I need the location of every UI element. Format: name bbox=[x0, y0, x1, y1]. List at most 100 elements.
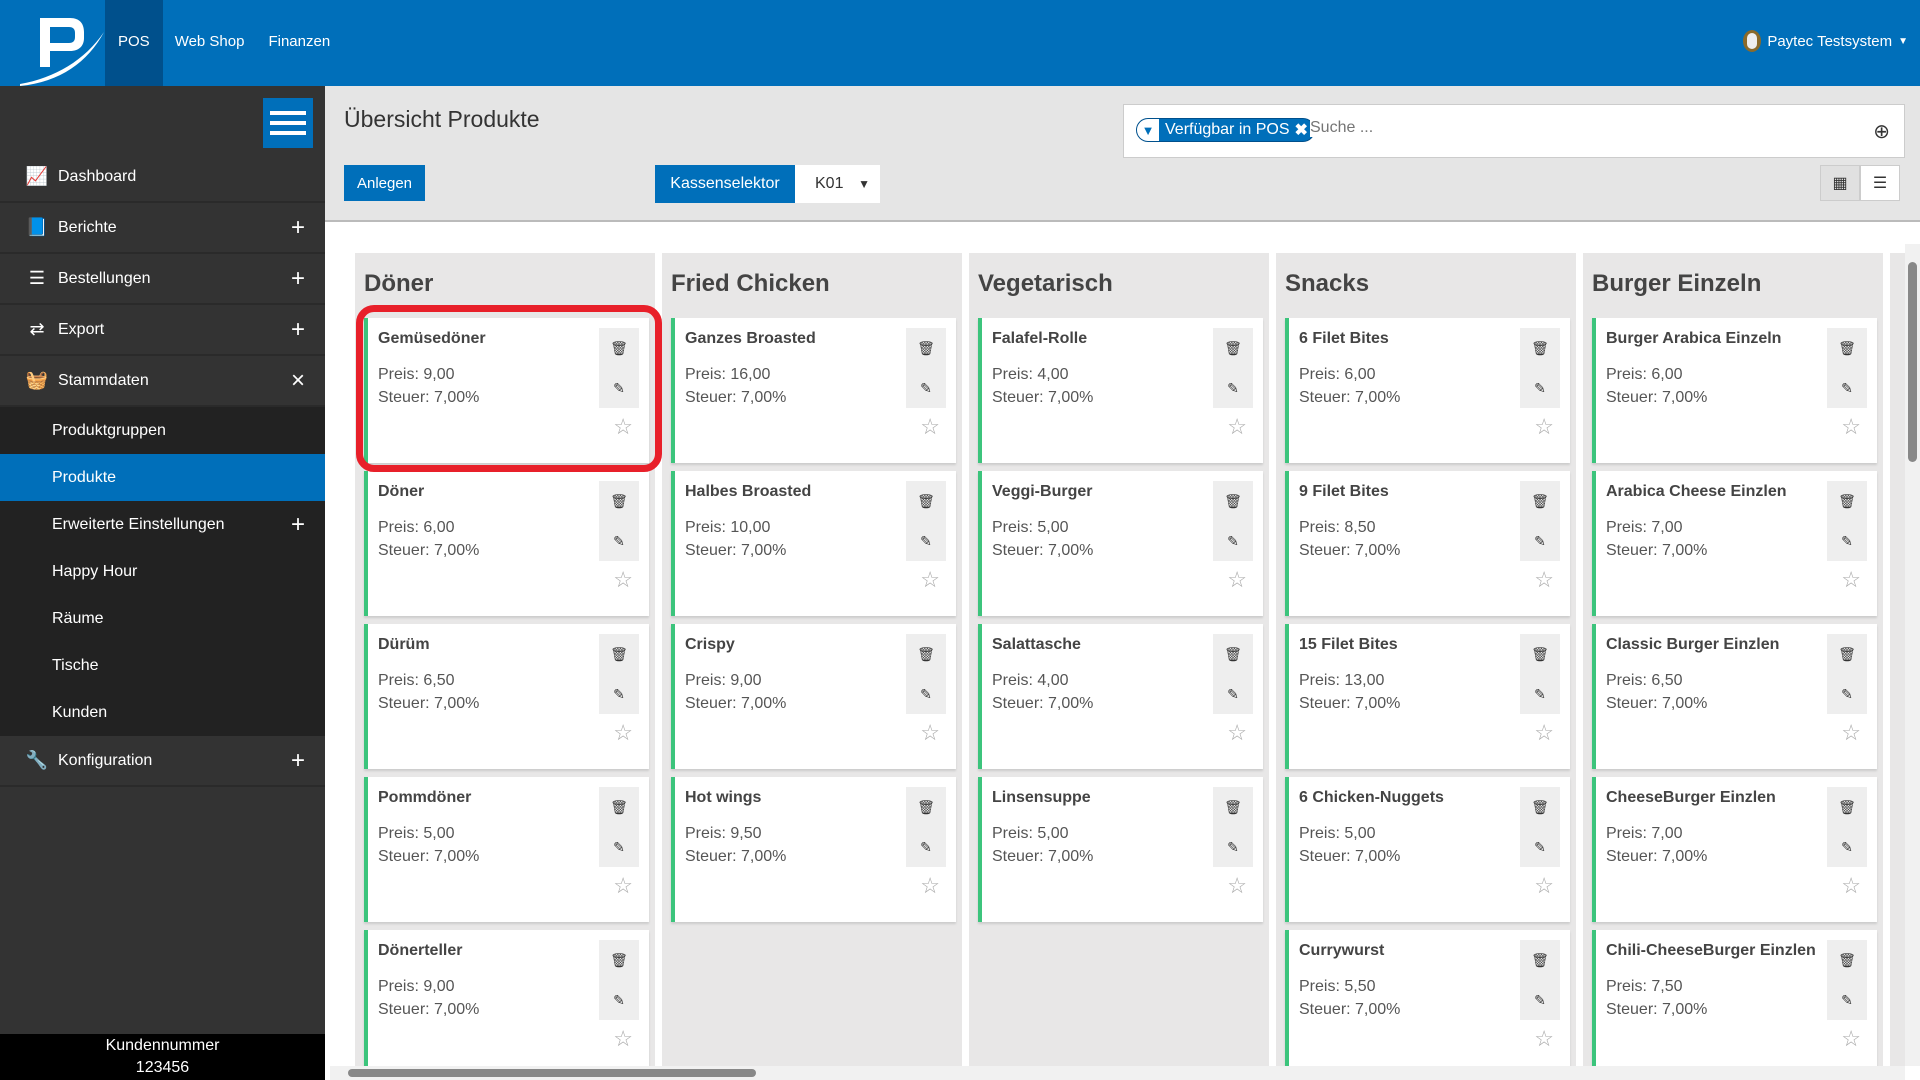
trash-icon[interactable]: 🗑 bbox=[610, 952, 628, 969]
star-icon[interactable]: ☆ bbox=[613, 1026, 633, 1052]
star-icon[interactable]: ☆ bbox=[920, 567, 940, 593]
edit-icon[interactable]: ✎ bbox=[1841, 686, 1853, 703]
vertical-scrollbar[interactable] bbox=[1905, 244, 1920, 1066]
sidebar-item-export[interactable]: ⇄ Export + bbox=[0, 305, 325, 356]
edit-icon[interactable]: ✎ bbox=[1227, 686, 1239, 703]
sidebar-subitem[interactable]: Tische bbox=[0, 642, 325, 689]
edit-icon[interactable]: ✎ bbox=[920, 686, 932, 703]
expand-icon[interactable]: + bbox=[291, 214, 305, 242]
trash-icon[interactable]: 🗑 bbox=[1838, 952, 1856, 969]
product-card[interactable]: Linsensuppe Preis: 5,00 Steuer: 7,00% 🗑 ✎… bbox=[978, 777, 1263, 922]
star-icon[interactable]: ☆ bbox=[1534, 873, 1554, 899]
trash-icon[interactable]: 🗑 bbox=[1531, 799, 1549, 816]
create-button[interactable]: Anlegen bbox=[344, 165, 425, 201]
star-icon[interactable]: ☆ bbox=[613, 720, 633, 746]
product-card[interactable]: Classic Burger Einzlen Preis: 6,50 Steue… bbox=[1592, 624, 1877, 769]
edit-icon[interactable]: ✎ bbox=[1227, 839, 1239, 856]
trash-icon[interactable]: 🗑 bbox=[1531, 340, 1549, 357]
trash-icon[interactable]: 🗑 bbox=[917, 646, 935, 663]
edit-icon[interactable]: ✎ bbox=[920, 533, 932, 550]
product-card[interactable]: Hot wings Preis: 9,50 Steuer: 7,00% 🗑 ✎ ☆ bbox=[671, 777, 956, 922]
product-card[interactable]: Döner Preis: 6,00 Steuer: 7,00% 🗑 ✎ ☆ bbox=[364, 471, 649, 616]
expand-icon[interactable]: + bbox=[291, 511, 305, 539]
star-icon[interactable]: ☆ bbox=[1841, 414, 1861, 440]
edit-icon[interactable]: ✎ bbox=[920, 380, 932, 397]
sidebar-item-dashboard[interactable]: 📈 Dashboard bbox=[0, 152, 325, 203]
menu-toggle-button[interactable] bbox=[263, 98, 313, 148]
trash-icon[interactable]: 🗑 bbox=[1224, 799, 1242, 816]
star-icon[interactable]: ☆ bbox=[1841, 1026, 1861, 1052]
star-icon[interactable]: ☆ bbox=[613, 567, 633, 593]
trash-icon[interactable]: 🗑 bbox=[610, 493, 628, 510]
star-icon[interactable]: ☆ bbox=[1227, 414, 1247, 440]
product-card[interactable]: CheeseBurger Einzlen Preis: 7,00 Steuer:… bbox=[1592, 777, 1877, 922]
sidebar-item-stammdaten[interactable]: 🧺 Stammdaten × bbox=[0, 356, 325, 407]
sidebar-subitem[interactable]: Räume bbox=[0, 595, 325, 642]
product-card[interactable]: 6 Chicken-Nuggets Preis: 5,00 Steuer: 7,… bbox=[1285, 777, 1570, 922]
product-card[interactable]: Burger Arabica Einzeln Preis: 6,00 Steue… bbox=[1592, 318, 1877, 463]
product-card[interactable]: 6 Filet Bites Preis: 6,00 Steuer: 7,00% … bbox=[1285, 318, 1570, 463]
product-card[interactable]: Ganzes Broasted Preis: 16,00 Steuer: 7,0… bbox=[671, 318, 956, 463]
sidebar-subitem[interactable]: Produktgruppen bbox=[0, 407, 325, 454]
expand-icon[interactable]: + bbox=[291, 265, 305, 293]
nav-finanzen[interactable]: Finanzen bbox=[256, 0, 342, 86]
collapse-icon[interactable]: × bbox=[291, 367, 305, 395]
product-card[interactable]: Falafel-Rolle Preis: 4,00 Steuer: 7,00% … bbox=[978, 318, 1263, 463]
star-icon[interactable]: ☆ bbox=[920, 720, 940, 746]
paytec-logo[interactable] bbox=[0, 0, 105, 86]
trash-icon[interactable]: 🗑 bbox=[1838, 646, 1856, 663]
star-icon[interactable]: ☆ bbox=[1227, 567, 1247, 593]
user-menu[interactable]: Paytec Testsystem ▼ bbox=[1743, 30, 1908, 52]
star-icon[interactable]: ☆ bbox=[1534, 1026, 1554, 1052]
product-card[interactable]: Crispy Preis: 9,00 Steuer: 7,00% 🗑 ✎ ☆ bbox=[671, 624, 956, 769]
sidebar-item-bestellungen[interactable]: ☰ Bestellungen + bbox=[0, 254, 325, 305]
product-card[interactable]: Halbes Broasted Preis: 10,00 Steuer: 7,0… bbox=[671, 471, 956, 616]
trash-icon[interactable]: 🗑 bbox=[917, 799, 935, 816]
trash-icon[interactable]: 🗑 bbox=[1224, 493, 1242, 510]
sidebar-subitem[interactable]: Kunden bbox=[0, 689, 325, 736]
trash-icon[interactable]: 🗑 bbox=[1224, 646, 1242, 663]
trash-icon[interactable]: 🗑 bbox=[1838, 340, 1856, 357]
nav-web-shop[interactable]: Web Shop bbox=[163, 0, 257, 86]
trash-icon[interactable]: 🗑 bbox=[610, 646, 628, 663]
star-icon[interactable]: ☆ bbox=[1841, 873, 1861, 899]
edit-icon[interactable]: ✎ bbox=[1841, 839, 1853, 856]
product-card[interactable]: Arabica Cheese Einzlen Preis: 7,00 Steue… bbox=[1592, 471, 1877, 616]
horizontal-scrollbar[interactable] bbox=[330, 1066, 1905, 1080]
edit-icon[interactable]: ✎ bbox=[613, 839, 625, 856]
edit-icon[interactable]: ✎ bbox=[613, 686, 625, 703]
star-icon[interactable]: ☆ bbox=[1534, 414, 1554, 440]
product-card[interactable]: Dönerteller Preis: 9,00 Steuer: 7,00% 🗑 ✎… bbox=[364, 930, 649, 1066]
edit-icon[interactable]: ✎ bbox=[613, 533, 625, 550]
product-card[interactable]: Dürüm Preis: 6,50 Steuer: 7,00% 🗑 ✎ ☆ bbox=[364, 624, 649, 769]
trash-icon[interactable]: 🗑 bbox=[610, 799, 628, 816]
trash-icon[interactable]: 🗑 bbox=[917, 493, 935, 510]
star-icon[interactable]: ☆ bbox=[1534, 720, 1554, 746]
edit-icon[interactable]: ✎ bbox=[1534, 533, 1546, 550]
expand-icon[interactable]: + bbox=[291, 316, 305, 344]
search-input[interactable] bbox=[1310, 119, 1810, 137]
trash-icon[interactable]: 🗑 bbox=[1224, 340, 1242, 357]
product-card[interactable]: Veggi-Burger Preis: 5,00 Steuer: 7,00% 🗑… bbox=[978, 471, 1263, 616]
product-card[interactable]: Salattasche Preis: 4,00 Steuer: 7,00% 🗑 ✎… bbox=[978, 624, 1263, 769]
trash-icon[interactable]: 🗑 bbox=[1838, 799, 1856, 816]
sidebar-item-konfiguration[interactable]: 🔧 Konfiguration + bbox=[0, 736, 325, 787]
star-icon[interactable]: ☆ bbox=[613, 873, 633, 899]
expand-icon[interactable]: + bbox=[291, 747, 305, 775]
kasse-select[interactable]: K01 ▼ bbox=[795, 165, 880, 203]
kassenselektor-button[interactable]: Kassenselektor bbox=[655, 165, 795, 203]
trash-icon[interactable]: 🗑 bbox=[1838, 493, 1856, 510]
star-icon[interactable]: ☆ bbox=[1841, 720, 1861, 746]
product-card[interactable]: Currywurst Preis: 5,50 Steuer: 7,00% 🗑 ✎ … bbox=[1285, 930, 1570, 1066]
product-card[interactable]: 15 Filet Bites Preis: 13,00 Steuer: 7,00… bbox=[1285, 624, 1570, 769]
edit-icon[interactable]: ✎ bbox=[1534, 839, 1546, 856]
list-view-button[interactable]: ☰ bbox=[1860, 165, 1900, 201]
edit-icon[interactable]: ✎ bbox=[1841, 533, 1853, 550]
product-card[interactable]: Pommdöner Preis: 5,00 Steuer: 7,00% 🗑 ✎ ☆ bbox=[364, 777, 649, 922]
edit-icon[interactable]: ✎ bbox=[613, 992, 625, 1009]
star-icon[interactable]: ☆ bbox=[1841, 567, 1861, 593]
star-icon[interactable]: ☆ bbox=[1534, 567, 1554, 593]
star-icon[interactable]: ☆ bbox=[920, 873, 940, 899]
star-icon[interactable]: ☆ bbox=[920, 414, 940, 440]
nav-pos[interactable]: POS bbox=[105, 0, 163, 86]
